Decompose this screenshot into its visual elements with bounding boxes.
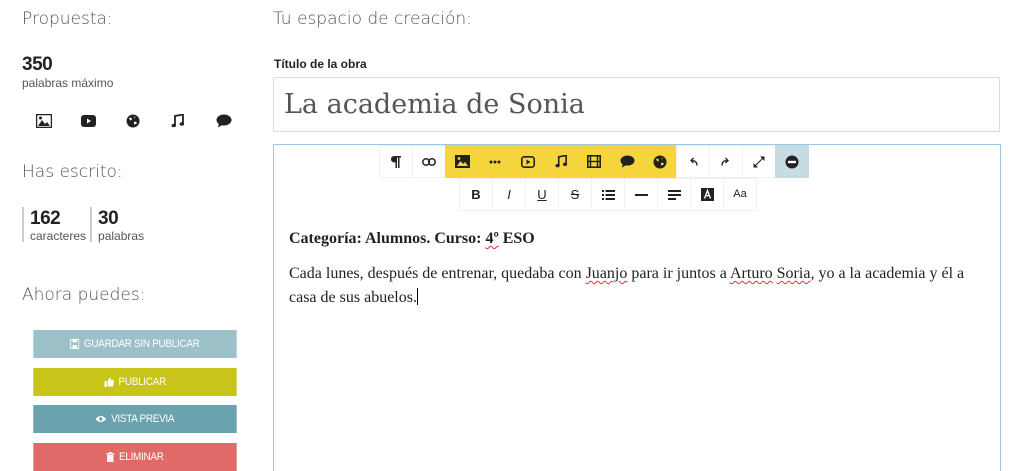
- thumbs-up-icon: [104, 377, 114, 387]
- music-icon: [171, 113, 216, 129]
- toolbar-row-2: B I U S Aa: [459, 178, 757, 211]
- music-icon: [554, 155, 567, 168]
- redo-icon: [721, 157, 729, 166]
- remove-format-button[interactable]: [775, 145, 809, 178]
- insert-audio-button[interactable]: [544, 145, 578, 178]
- insert-image-button[interactable]: [445, 145, 479, 178]
- misspelled-word: Arturo: [730, 265, 773, 282]
- max-words-label: palabras máximo: [22, 76, 114, 90]
- strikethrough-label: S: [570, 187, 580, 202]
- link-button[interactable]: [412, 145, 446, 178]
- category-suffix: ESO: [498, 230, 535, 247]
- video-icon: [521, 155, 535, 168]
- text-color-button[interactable]: [690, 178, 724, 211]
- written-heading: Has escrito:: [22, 162, 123, 182]
- expand-icon: [753, 156, 765, 167]
- body-text-1: Cada lunes, después de entrenar, quedaba…: [289, 265, 586, 282]
- toolbar-row-1: [379, 145, 809, 178]
- align-left-icon: [667, 189, 681, 200]
- misspelled-word: Soria: [776, 265, 811, 282]
- video-icon: [81, 113, 126, 129]
- title-label: Título de la obra: [274, 57, 367, 71]
- rich-text-editor[interactable]: B I U S Aa Categoría: Alumnos. Curso: 4º…: [273, 144, 1001, 471]
- globe-icon: [126, 113, 171, 129]
- font-size-label: Aa: [733, 188, 747, 200]
- allowed-media-icons: [36, 113, 261, 129]
- bulleted-list-button[interactable]: [591, 178, 625, 211]
- speech-bubble-icon: [620, 155, 634, 168]
- delete-label: ELIMINAR: [118, 451, 164, 463]
- redo-button[interactable]: [709, 145, 743, 178]
- bold-label: B: [471, 187, 481, 202]
- preview-button[interactable]: VISTA PREVIA: [33, 405, 237, 433]
- horizontal-rule-button[interactable]: [624, 178, 658, 211]
- insert-film-button[interactable]: [577, 145, 611, 178]
- strikethrough-button[interactable]: S: [558, 178, 592, 211]
- body-text-2: para ir juntos a: [627, 265, 730, 282]
- word-count: 30 palabras: [90, 207, 148, 242]
- minus-circle-icon: [785, 155, 799, 168]
- fullscreen-button[interactable]: [742, 145, 776, 178]
- paragraph-icon: [391, 155, 401, 168]
- word-count-label: palabras: [98, 229, 145, 243]
- sidebar: Propuesta: 350 palabras máximo Has escri…: [22, 0, 248, 471]
- horizontal-line-icon: [634, 193, 648, 196]
- more-options-button[interactable]: [478, 145, 512, 178]
- category-line: Categoría: Alumnos. Curso: 4º ESO: [289, 230, 985, 248]
- font-color-icon: [700, 188, 714, 201]
- film-icon: [587, 155, 601, 168]
- image-icon: [454, 155, 470, 168]
- link-icon: [422, 157, 436, 166]
- bold-button[interactable]: B: [459, 178, 493, 211]
- character-count-value: 162: [30, 208, 61, 229]
- font-size-button[interactable]: Aa: [723, 178, 757, 211]
- category-prefix: Categoría: Alumnos. Curso:: [289, 230, 486, 247]
- floppy-disk-icon: [70, 339, 80, 349]
- insert-map-button[interactable]: [643, 145, 677, 178]
- insert-comment-button[interactable]: [610, 145, 644, 178]
- character-count: 162 caracteres: [22, 207, 90, 242]
- save-draft-button[interactable]: GUARDAR SIN PUBLICAR: [33, 330, 237, 358]
- editor-content[interactable]: Categoría: Alumnos. Curso: 4º ESO Cada l…: [289, 230, 985, 310]
- max-words-block: 350 palabras máximo: [22, 55, 113, 89]
- undo-icon: [690, 157, 698, 166]
- align-button[interactable]: [657, 178, 691, 211]
- speech-bubble-icon: [216, 113, 261, 129]
- delete-button[interactable]: ELIMINAR: [33, 443, 237, 471]
- image-icon: [36, 113, 81, 129]
- underline-button[interactable]: U: [525, 178, 559, 211]
- creation-space-heading: Tu espacio de creación:: [273, 9, 472, 29]
- underline-label: U: [537, 187, 547, 202]
- italic-label: I: [507, 187, 511, 202]
- course-text: 4º: [485, 230, 499, 247]
- actions-heading: Ahora puedes:: [22, 285, 146, 305]
- save-draft-label: GUARDAR SIN PUBLICAR: [83, 338, 200, 350]
- preview-label: VISTA PREVIA: [111, 413, 175, 425]
- trash-icon: [106, 452, 115, 462]
- globe-icon: [653, 155, 667, 168]
- publish-button[interactable]: PUBLICAR: [33, 368, 237, 396]
- misspelled-word: Juanjo: [585, 265, 628, 282]
- paragraph-mark-button[interactable]: [379, 145, 413, 178]
- title-input[interactable]: [273, 77, 1000, 132]
- character-count-label: caracteres: [30, 229, 87, 243]
- eye-icon: [95, 416, 107, 422]
- writing-stats: 162 caracteres 30 palabras: [22, 207, 148, 242]
- publish-label: PUBLICAR: [118, 376, 167, 388]
- insert-video-button[interactable]: [511, 145, 545, 178]
- ellipsis-icon: [489, 160, 501, 163]
- body-paragraph: Cada lunes, después de entrenar, quedaba…: [289, 262, 985, 310]
- undo-button[interactable]: [676, 145, 710, 178]
- text-cursor: [416, 288, 418, 305]
- italic-button[interactable]: I: [492, 178, 526, 211]
- proposal-heading: Propuesta:: [22, 9, 113, 29]
- word-count-value: 30: [98, 208, 119, 229]
- list-icon: [601, 189, 615, 200]
- max-words-value: 350: [22, 54, 53, 75]
